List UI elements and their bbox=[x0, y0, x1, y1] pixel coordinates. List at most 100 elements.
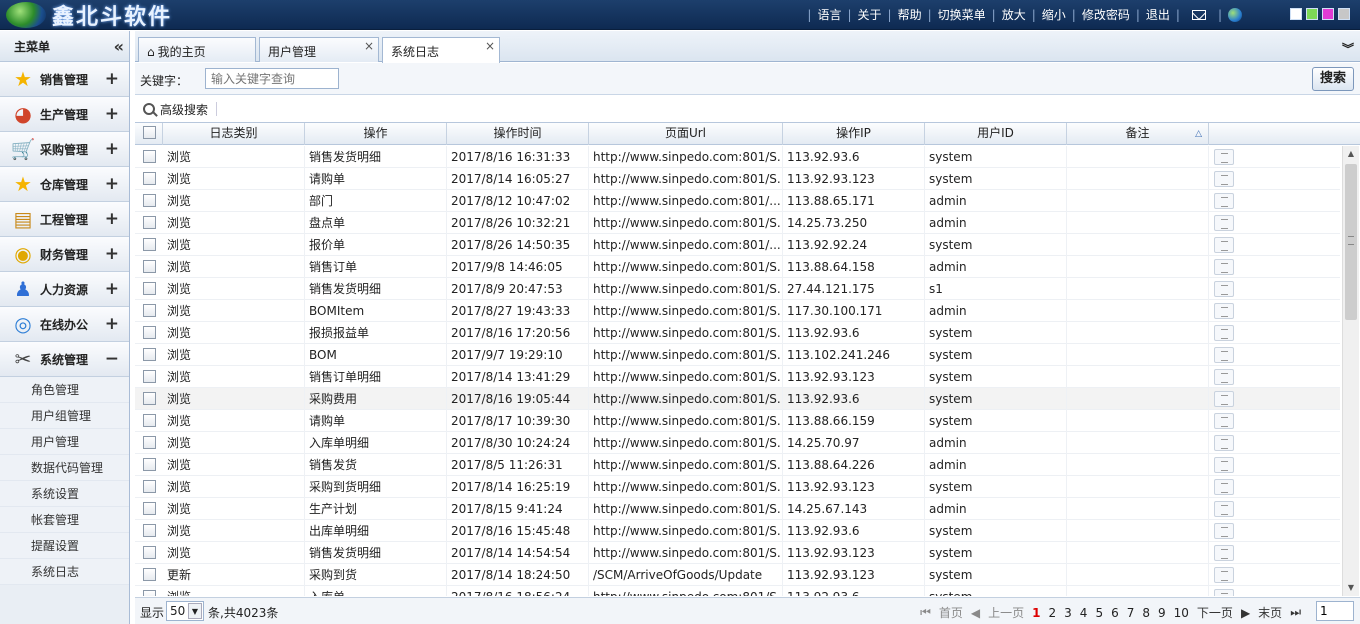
menu-group-7[interactable]: ◎ 在线办公 + bbox=[0, 307, 129, 342]
page-number-input[interactable] bbox=[1316, 601, 1354, 621]
row-detail-icon[interactable] bbox=[1214, 589, 1234, 596]
tab-user-management[interactable]: 用户管理 × bbox=[259, 37, 379, 62]
row-detail-icon[interactable] bbox=[1214, 171, 1234, 187]
globe-icon[interactable] bbox=[1228, 7, 1242, 22]
table-row[interactable]: 更新 采购到货 2017/8/14 18:24:50/SCM/ArriveOfGoo… bbox=[135, 564, 1340, 586]
expand-icon[interactable]: + bbox=[105, 174, 119, 194]
table-row[interactable]: 浏览 BOMItem 2017/8/27 19:43:33 http://www.si… bbox=[135, 300, 1340, 322]
keyword-input[interactable] bbox=[205, 68, 339, 89]
page-number-link[interactable]: 4 bbox=[1080, 606, 1088, 620]
column-header[interactable]: 操作IP bbox=[783, 123, 925, 145]
collapse-left-icon[interactable]: « bbox=[114, 37, 124, 56]
row-detail-icon[interactable] bbox=[1214, 457, 1234, 473]
row-detail-icon[interactable] bbox=[1214, 303, 1234, 319]
page-number-link[interactable]: 5 bbox=[1095, 606, 1103, 620]
row-detail-icon[interactable] bbox=[1214, 501, 1234, 517]
table-row[interactable]: 浏览 盘点单 2017/8/26 10:32:21 http://www.sinped… bbox=[135, 212, 1340, 234]
close-icon[interactable]: × bbox=[364, 39, 374, 53]
column-header[interactable]: 操作 bbox=[305, 123, 447, 145]
row-detail-icon[interactable] bbox=[1214, 215, 1234, 231]
mail-icon[interactable] bbox=[1191, 9, 1206, 20]
table-row[interactable]: 浏览 销售发货明细 2017/8/9 20:47:53 http://www.sinp… bbox=[135, 278, 1340, 300]
table-row[interactable]: 浏览 请购单 2017/8/14 16:05:27 http://www.sinped… bbox=[135, 168, 1340, 190]
menu-group-0[interactable]: ★ 销售管理 + bbox=[0, 62, 129, 97]
menu-group-6[interactable]: ♟ 人力资源 + bbox=[0, 272, 129, 307]
table-row[interactable]: 浏览 采购费用 2017/8/16 19:05:44 http://www.sinpe… bbox=[135, 388, 1340, 410]
last-page-link[interactable]: 末页 bbox=[1258, 604, 1282, 621]
page-number-link[interactable]: 10 bbox=[1174, 606, 1189, 620]
row-detail-icon[interactable] bbox=[1214, 281, 1234, 297]
row-detail-icon[interactable] bbox=[1214, 237, 1234, 253]
row-detail-icon[interactable] bbox=[1214, 347, 1234, 363]
prev-page-icon[interactable]: ◀ bbox=[971, 606, 980, 620]
row-detail-icon[interactable] bbox=[1214, 413, 1234, 429]
last-page-icon[interactable]: ⏭ bbox=[1290, 605, 1301, 620]
row-checkbox[interactable] bbox=[143, 260, 156, 273]
first-page-icon[interactable]: ⏮ bbox=[920, 605, 931, 620]
menu-group-1[interactable]: ◕ 生产管理 + bbox=[0, 97, 129, 132]
table-row[interactable]: 浏览 出库单明细 2017/8/16 15:45:48 http://www.sinp… bbox=[135, 520, 1340, 542]
page-number-link[interactable]: 2 bbox=[1049, 606, 1057, 620]
prev-page-link[interactable]: 上一页 bbox=[988, 604, 1024, 621]
top-nav-item[interactable]: 切换菜单 bbox=[938, 6, 986, 23]
sidebar-sub-item[interactable]: 帐套管理 bbox=[0, 507, 129, 533]
row-detail-icon[interactable] bbox=[1214, 193, 1234, 209]
row-detail-icon[interactable] bbox=[1214, 435, 1234, 451]
table-row[interactable]: 浏览 报价单 2017/8/26 14:50:35 http://www.sinped… bbox=[135, 234, 1340, 256]
row-checkbox[interactable] bbox=[143, 326, 156, 339]
row-checkbox[interactable] bbox=[143, 502, 156, 515]
next-page-link[interactable]: 下一页 bbox=[1197, 604, 1233, 621]
row-checkbox[interactable] bbox=[143, 524, 156, 537]
row-checkbox[interactable] bbox=[143, 392, 156, 405]
table-row[interactable]: 浏览 生产计划 2017/8/15 9:41:24 http://www.sinped… bbox=[135, 498, 1340, 520]
table-row[interactable]: 浏览 销售订单明细 2017/8/14 13:41:29 http://www.sin… bbox=[135, 366, 1340, 388]
expand-icon[interactable]: + bbox=[105, 139, 119, 159]
sidebar-sub-item[interactable]: 角色管理 bbox=[0, 377, 129, 403]
page-number-link[interactable]: 9 bbox=[1158, 606, 1166, 620]
page-number-link[interactable]: 3 bbox=[1064, 606, 1072, 620]
row-checkbox[interactable] bbox=[143, 238, 156, 251]
close-icon[interactable]: × bbox=[485, 39, 495, 53]
tab-system-log[interactable]: 系统日志 × bbox=[382, 37, 500, 63]
row-checkbox[interactable] bbox=[143, 304, 156, 317]
row-detail-icon[interactable] bbox=[1214, 325, 1234, 341]
sidebar-sub-item[interactable]: 数据代码管理 bbox=[0, 455, 129, 481]
collapse-icon[interactable]: − bbox=[105, 349, 119, 369]
table-row[interactable]: 浏览 报损报益单 2017/8/16 17:20:56 http://www.sinp… bbox=[135, 322, 1340, 344]
first-page-link[interactable]: 首页 bbox=[939, 604, 963, 621]
page-size-select[interactable]: 50 ▼ bbox=[166, 601, 204, 621]
sidebar-sub-item[interactable]: 系统日志 bbox=[0, 559, 129, 585]
row-checkbox[interactable] bbox=[143, 590, 156, 596]
top-nav-item[interactable]: 退出 bbox=[1146, 6, 1170, 23]
theme-swatch[interactable] bbox=[1306, 8, 1318, 20]
row-detail-icon[interactable] bbox=[1214, 369, 1234, 385]
top-nav-item[interactable]: 语言 bbox=[817, 6, 841, 23]
advanced-search-bar[interactable]: 高级搜索 bbox=[135, 98, 1360, 120]
sidebar-sub-item[interactable]: 用户组管理 bbox=[0, 403, 129, 429]
next-page-icon[interactable]: ▶ bbox=[1241, 606, 1250, 620]
row-checkbox[interactable] bbox=[143, 348, 156, 361]
table-row[interactable]: 浏览 请购单 2017/8/17 10:39:30 http://www.sinped… bbox=[135, 410, 1340, 432]
row-checkbox[interactable] bbox=[143, 216, 156, 229]
menu-group-5[interactable]: ◉ 财务管理 + bbox=[0, 237, 129, 272]
sidebar-sub-item[interactable]: 系统设置 bbox=[0, 481, 129, 507]
top-nav-item[interactable]: 放大 bbox=[1002, 6, 1026, 23]
row-detail-icon[interactable] bbox=[1214, 545, 1234, 561]
table-row[interactable]: 浏览 入库单明细 2017/8/30 10:24:24 http://www.sinp… bbox=[135, 432, 1340, 454]
sidebar-sub-item[interactable]: 提醒设置 bbox=[0, 533, 129, 559]
row-detail-icon[interactable] bbox=[1214, 149, 1234, 165]
top-nav-item[interactable]: 修改密码 bbox=[1082, 6, 1130, 23]
table-row[interactable]: 浏览入库单2017/8/16 18:56:24http://www.sinped… bbox=[135, 586, 1340, 596]
menu-group-4[interactable]: ▤ 工程管理 + bbox=[0, 202, 129, 237]
column-header[interactable]: 用户ID bbox=[925, 123, 1067, 145]
theme-swatch[interactable] bbox=[1338, 8, 1350, 20]
table-row[interactable]: 浏览 销售发货 2017/8/5 11:26:31 http://www.sinped… bbox=[135, 454, 1340, 476]
table-row[interactable]: 浏览 销售发货明细 2017/8/16 16:31:33 http://www.sin… bbox=[135, 146, 1340, 168]
table-row[interactable]: 浏览 销售发货明细 2017/8/14 14:54:54 http://www.sin… bbox=[135, 542, 1340, 564]
expand-icon[interactable]: + bbox=[105, 279, 119, 299]
expand-icon[interactable]: + bbox=[105, 209, 119, 229]
top-nav-item[interactable]: 关于 bbox=[858, 6, 882, 23]
column-header[interactable]: 日志类别 bbox=[163, 123, 305, 145]
row-detail-icon[interactable] bbox=[1214, 523, 1234, 539]
row-checkbox[interactable] bbox=[143, 282, 156, 295]
